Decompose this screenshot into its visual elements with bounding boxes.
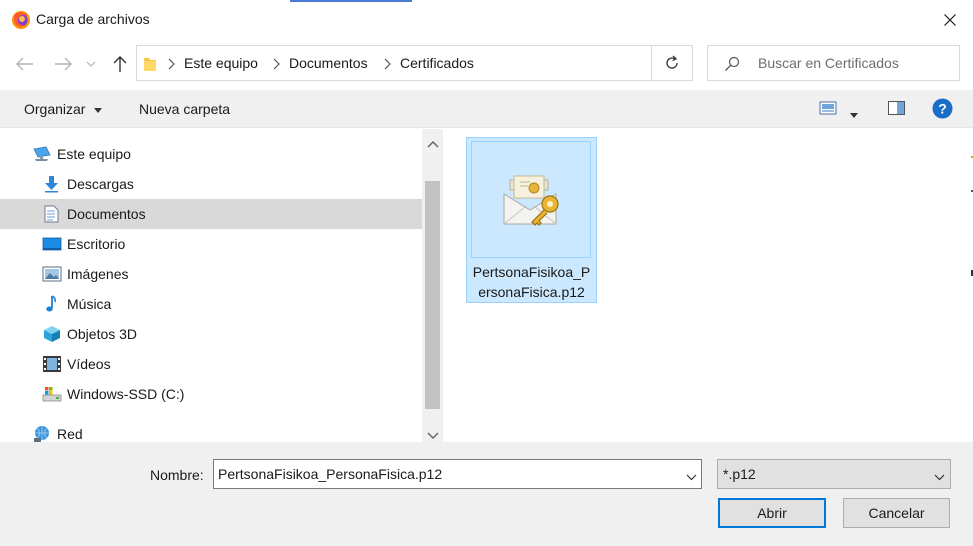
sidebar-item-documentos[interactable]: Documentos	[0, 199, 422, 229]
scrollbar-thumb[interactable]	[425, 181, 440, 409]
breadcrumb-separator-icon	[384, 57, 394, 70]
file-type-value: *.p12	[723, 466, 756, 482]
certificate-icon	[503, 175, 559, 226]
file-type-select[interactable]: *.p12	[717, 459, 951, 489]
organize-label: Organizar	[24, 101, 86, 117]
sidebar-item-label: Escritorio	[67, 236, 126, 252]
view-options-button[interactable]	[819, 99, 839, 120]
chevron-down-icon	[86, 61, 96, 67]
window-title: Carga de archivos	[36, 11, 150, 27]
breadcrumb-documentos[interactable]: Documentos	[289, 55, 368, 71]
sidebar-item-label: Descargas	[67, 176, 134, 192]
sidebar-item-label: Documentos	[67, 206, 146, 222]
caret-down-icon	[94, 107, 103, 113]
sidebar-item-videos[interactable]: Vídeos	[0, 349, 422, 379]
background-window-edge	[968, 150, 973, 300]
svg-text:?: ?	[938, 101, 947, 117]
downloads-icon	[42, 175, 62, 193]
pictures-icon	[42, 265, 62, 283]
navigation-bar: Este equipo Documentos Certificados Busc…	[0, 40, 973, 88]
cancel-button[interactable]: Cancelar	[843, 498, 950, 528]
folder-icon	[143, 56, 157, 75]
sidebar-item-label: Este equipo	[57, 146, 131, 162]
breadcrumb-certificados[interactable]: Certificados	[400, 55, 474, 71]
arrow-up-icon	[113, 56, 127, 72]
forward-button[interactable]	[52, 53, 74, 75]
preview-pane-icon	[888, 101, 905, 115]
view-icon	[819, 101, 837, 115]
chevron-down-icon	[934, 468, 945, 484]
computer-icon	[32, 145, 52, 163]
sidebar-item-label: Windows-SSD (C:)	[67, 386, 185, 402]
chevron-down-icon[interactable]	[686, 468, 697, 484]
caret-down-icon	[850, 113, 858, 118]
address-bar[interactable]: Este equipo Documentos Certificados	[136, 45, 774, 81]
file-name: PertsonaFisikoa_PersonaFisica.p12	[472, 264, 591, 300]
scroll-down-icon[interactable]	[427, 427, 439, 439]
sidebar-item-musica[interactable]: Música	[0, 289, 422, 319]
sidebar-item-red[interactable]: Red	[0, 419, 422, 442]
title-bar: Carga de archivos	[0, 0, 973, 40]
help-icon: ?	[932, 98, 953, 119]
view-menu-button[interactable]	[850, 105, 858, 121]
sidebar-item-objetos-3d[interactable]: Objetos 3D	[0, 319, 422, 349]
arrow-left-icon	[16, 57, 33, 71]
file-name-label: Nombre:	[150, 467, 204, 483]
breadcrumb-este-equipo[interactable]: Este equipo	[184, 55, 258, 71]
sidebar-item-descargas[interactable]: Descargas	[0, 169, 422, 199]
file-thumbnail	[471, 141, 591, 258]
command-toolbar: Organizar Nueva carpeta ?	[0, 90, 973, 128]
breadcrumb-separator-icon	[168, 57, 178, 70]
search-icon	[724, 56, 740, 75]
refresh-icon	[666, 55, 678, 69]
file-name-value: PertsonaFisikoa_PersonaFisica.p12	[218, 466, 443, 482]
sidebar-item-label: Imágenes	[67, 266, 129, 282]
drive-icon	[42, 385, 62, 403]
sidebar-item-este-equipo[interactable]: Este equipo	[0, 139, 422, 169]
breadcrumb-separator-icon	[273, 57, 283, 70]
open-button[interactable]: Abrir	[718, 498, 826, 528]
navigation-pane: Este equipo Descargas Documentos Escrito…	[0, 129, 422, 442]
desktop-icon	[42, 235, 62, 253]
music-icon	[42, 295, 62, 313]
preview-pane-button[interactable]	[887, 99, 907, 120]
search-box[interactable]: Buscar en Certificados	[707, 45, 960, 81]
close-icon	[944, 14, 956, 26]
dialog-footer: Nombre: PertsonaFisikoa_PersonaFisica.p1…	[0, 442, 973, 546]
file-list: PertsonaFisikoa_PersonaFisica.p12	[443, 129, 973, 442]
sidebar-item-label: Vídeos	[67, 356, 111, 372]
refresh-button[interactable]	[651, 45, 693, 81]
navigation-pane-scrollbar[interactable]	[422, 129, 443, 442]
3d-objects-icon	[42, 325, 62, 343]
back-button[interactable]	[14, 53, 36, 75]
recent-locations-button[interactable]	[84, 53, 98, 75]
sidebar-item-escritorio[interactable]: Escritorio	[0, 229, 422, 259]
videos-icon	[42, 355, 62, 373]
search-input[interactable]: Buscar en Certificados	[758, 55, 899, 71]
sidebar-item-label: Música	[67, 296, 112, 312]
network-icon	[32, 425, 52, 442]
close-button[interactable]	[930, 6, 970, 34]
title-accent-line	[290, 0, 412, 2]
sidebar-item-imagenes[interactable]: Imágenes	[0, 259, 422, 289]
scroll-up-icon[interactable]	[427, 135, 439, 148]
up-button[interactable]	[109, 53, 131, 75]
arrow-right-icon	[55, 57, 72, 71]
sidebar-item-windows-ssd[interactable]: Windows-SSD (C:)	[0, 379, 422, 409]
organize-menu[interactable]: Organizar	[24, 101, 103, 117]
firefox-icon	[11, 10, 31, 30]
help-button[interactable]: ?	[932, 98, 953, 122]
new-folder-button[interactable]: Nueva carpeta	[139, 101, 230, 117]
file-name-input[interactable]: PertsonaFisikoa_PersonaFisica.p12	[213, 459, 702, 489]
sidebar-item-label: Red	[57, 426, 83, 442]
documents-icon	[42, 205, 62, 223]
sidebar-item-label: Objetos 3D	[67, 326, 138, 342]
file-item[interactable]: PertsonaFisikoa_PersonaFisica.p12	[466, 137, 597, 303]
